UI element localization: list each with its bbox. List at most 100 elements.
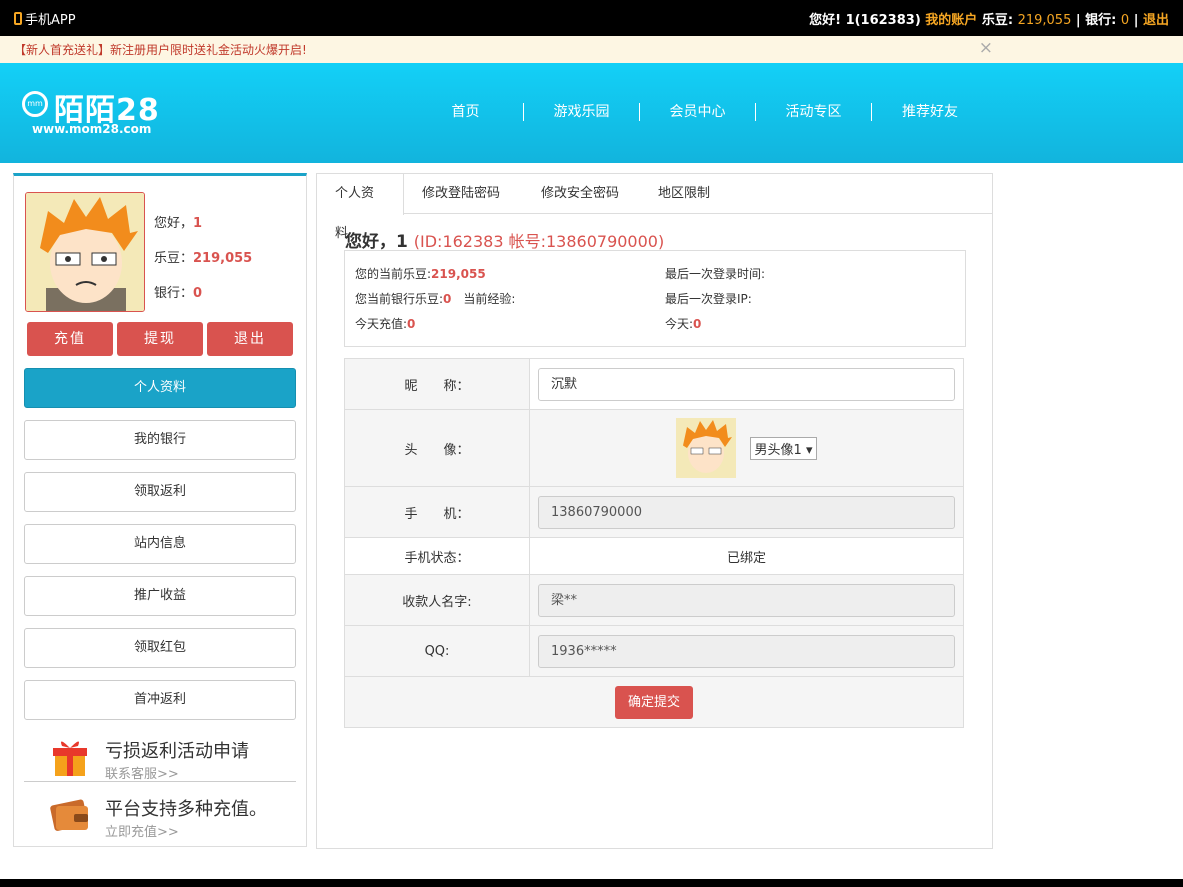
avatar-option: 男头像1	[754, 442, 802, 458]
phone-icon	[14, 12, 22, 25]
stat-label: 您当前银行乐豆:	[355, 292, 444, 306]
tab-security-password[interactable]: 修改安全密码	[523, 174, 637, 215]
user-info: 您好，1 乐豆：219,055 银行：0	[154, 206, 252, 311]
nickname-input[interactable]: 沉默	[538, 367, 955, 401]
sidebar-item-promotion-income[interactable]: 推广收益	[24, 576, 296, 616]
submit-button[interactable]: 确定提交	[614, 685, 693, 719]
stat-label: 今天充值:	[355, 317, 408, 331]
user-sidebar: 您好，1 乐豆：219,055 银行：0 充值 提现 退出 个人资料 我的银行 …	[13, 173, 307, 847]
logo-mark-icon: mm	[22, 91, 48, 117]
ledou-label: 乐豆:	[981, 13, 1014, 28]
phone-label: 手 机：	[345, 487, 530, 537]
sidebar-item-rebate[interactable]: 领取返利	[24, 472, 296, 512]
footer-bar	[0, 879, 1183, 887]
nav-member-center[interactable]: 会员中心	[640, 103, 756, 121]
tab-bar: 个人资料 修改登陆密码 修改安全密码 地区限制	[317, 174, 992, 241]
mobile-app-link[interactable]: 手机APP	[14, 9, 76, 28]
stat-label: 您的当前乐豆:	[355, 267, 432, 281]
nickname-label: 昵 称：	[345, 359, 530, 409]
form-row: 手机状态： 已绑定	[345, 538, 963, 575]
nav-home[interactable]: 首页	[408, 103, 524, 121]
stat-value: 0	[693, 317, 702, 331]
ledou-label: 乐豆：	[154, 251, 194, 266]
qq-input[interactable]: 1936*****	[538, 634, 955, 668]
bank-label: 银行:	[1085, 13, 1117, 28]
bank-value: 0	[193, 286, 203, 301]
site-header: mm 陌陌28 www.mom28.com 首页 游戏乐园 会员中心 活动专区 …	[0, 63, 1183, 163]
sidebar-item-profile[interactable]: 个人资料	[24, 368, 296, 408]
phone-status-label: 手机状态：	[345, 538, 530, 574]
profile-form: 昵 称： 沉默 头 像： 男头像1 ▾ 手 机： 13860790000 手机状…	[344, 358, 964, 728]
wallet-icon	[50, 799, 88, 831]
bank-label: 银行：	[154, 286, 194, 301]
account-summary: 您好! 1(162383) 我的账户 乐豆: 219,055 | 银行: 0 |…	[809, 9, 1169, 28]
payee-input[interactable]: 梁**	[538, 583, 955, 617]
notice-bar: 【新人首充送礼】新注册用户限时送礼金活动火爆开启! ×	[0, 36, 1183, 63]
payee-label: 收款人名字:	[345, 575, 530, 625]
promo-link[interactable]: 联系客服>>	[105, 763, 179, 782]
stat-value: 0	[407, 317, 416, 331]
phone-input[interactable]: 13860790000	[538, 495, 955, 529]
qq-label: QQ:	[345, 626, 530, 676]
tab-region-limit[interactable]: 地区限制	[640, 174, 728, 215]
hello-label: 您好，	[154, 216, 194, 231]
page-title: 您好，1 (ID:162383 帐号:13860790000)	[345, 227, 664, 252]
my-account-link[interactable]: 我的账户	[925, 13, 977, 28]
form-row: QQ: 1936*****	[345, 626, 963, 677]
logo-url: www.mom28.com	[32, 122, 152, 136]
tab-login-password[interactable]: 修改登陆密码	[404, 174, 518, 215]
promo-rebate[interactable]: 亏损返利活动申请 联系客服>>	[24, 730, 296, 782]
promo-recharge[interactable]: 平台支持多种充值。 立即充值>>	[24, 788, 296, 840]
sidebar-item-red-packet[interactable]: 领取红包	[24, 628, 296, 668]
stat-value: 0	[443, 292, 452, 306]
notice-text[interactable]: 【新人首充送礼】新注册用户限时送礼金活动火爆开启!	[14, 43, 307, 57]
separator: |	[1075, 13, 1081, 28]
stat-label: 最后一次登录时间:	[665, 267, 766, 281]
nav-games[interactable]: 游戏乐园	[524, 103, 640, 121]
promo-title: 平台支持多种充值。	[105, 799, 267, 820]
greeting-text: 您好，1	[345, 232, 408, 252]
sidebar-item-first-recharge[interactable]: 首冲返利	[24, 680, 296, 720]
close-icon[interactable]: ×	[979, 38, 993, 58]
main-nav: 首页 游戏乐园 会员中心 活动专区 推荐好友	[408, 103, 988, 121]
tab-profile[interactable]: 个人资料	[317, 174, 404, 241]
logout-button[interactable]: 退出	[207, 322, 293, 356]
stat-label: 最后一次登录IP:	[665, 292, 752, 306]
withdraw-button[interactable]: 提现	[117, 322, 203, 356]
avatar-label: 头 像：	[345, 410, 530, 486]
hello-value: 1	[193, 216, 203, 231]
form-row: 昵 称： 沉默	[345, 359, 963, 410]
nav-refer-friends[interactable]: 推荐好友	[872, 103, 988, 121]
form-row: 收款人名字: 梁**	[345, 575, 963, 626]
avatar-select[interactable]: 男头像1 ▾	[749, 436, 818, 460]
nav-events[interactable]: 活动专区	[756, 103, 872, 121]
sidebar-menu: 个人资料 我的银行 领取返利 站内信息 推广收益 领取红包 首冲返利	[24, 368, 296, 732]
account-id: (ID:162383 帐号:13860790000)	[413, 232, 665, 251]
sidebar-item-messages[interactable]: 站内信息	[24, 524, 296, 564]
avatar-preview	[675, 418, 736, 478]
form-row: 确定提交	[345, 677, 963, 727]
action-buttons: 充值 提现 退出	[27, 322, 293, 356]
form-row: 头 像： 男头像1 ▾	[345, 410, 963, 487]
phone-status-value: 已绑定	[726, 550, 766, 566]
ledou-value: 219,055	[193, 251, 253, 266]
chevron-down-icon: ▾	[805, 442, 813, 458]
logout-link[interactable]: 退出	[1143, 13, 1169, 28]
gift-icon	[53, 741, 87, 776]
avatar	[25, 192, 145, 312]
account-stats: 您的当前乐豆:219,055 您当前银行乐豆:0 当前经验: 今天充值:0 最后…	[344, 250, 966, 347]
top-bar: 手机APP 您好! 1(162383) 我的账户 乐豆: 219,055 | 银…	[0, 0, 1183, 36]
recharge-button[interactable]: 充值	[27, 322, 113, 356]
main-content: 个人资料 修改登陆密码 修改安全密码 地区限制 您好，1 (ID:162383 …	[316, 173, 993, 849]
promo-title: 亏损返利活动申请	[105, 741, 249, 762]
mobile-app-label: 手机APP	[25, 13, 76, 28]
sidebar-item-bank[interactable]: 我的银行	[24, 420, 296, 460]
stat-value: 219,055	[431, 267, 486, 281]
promo-link[interactable]: 立即充值>>	[105, 821, 179, 840]
greeting-text: 您好! 1(162383)	[809, 13, 921, 28]
separator: |	[1133, 13, 1139, 28]
bank-value: 0	[1120, 13, 1130, 28]
form-row: 手 机： 13860790000	[345, 487, 963, 538]
stat-label: 当前经验:	[463, 292, 516, 306]
stat-label: 今天:	[665, 317, 694, 331]
